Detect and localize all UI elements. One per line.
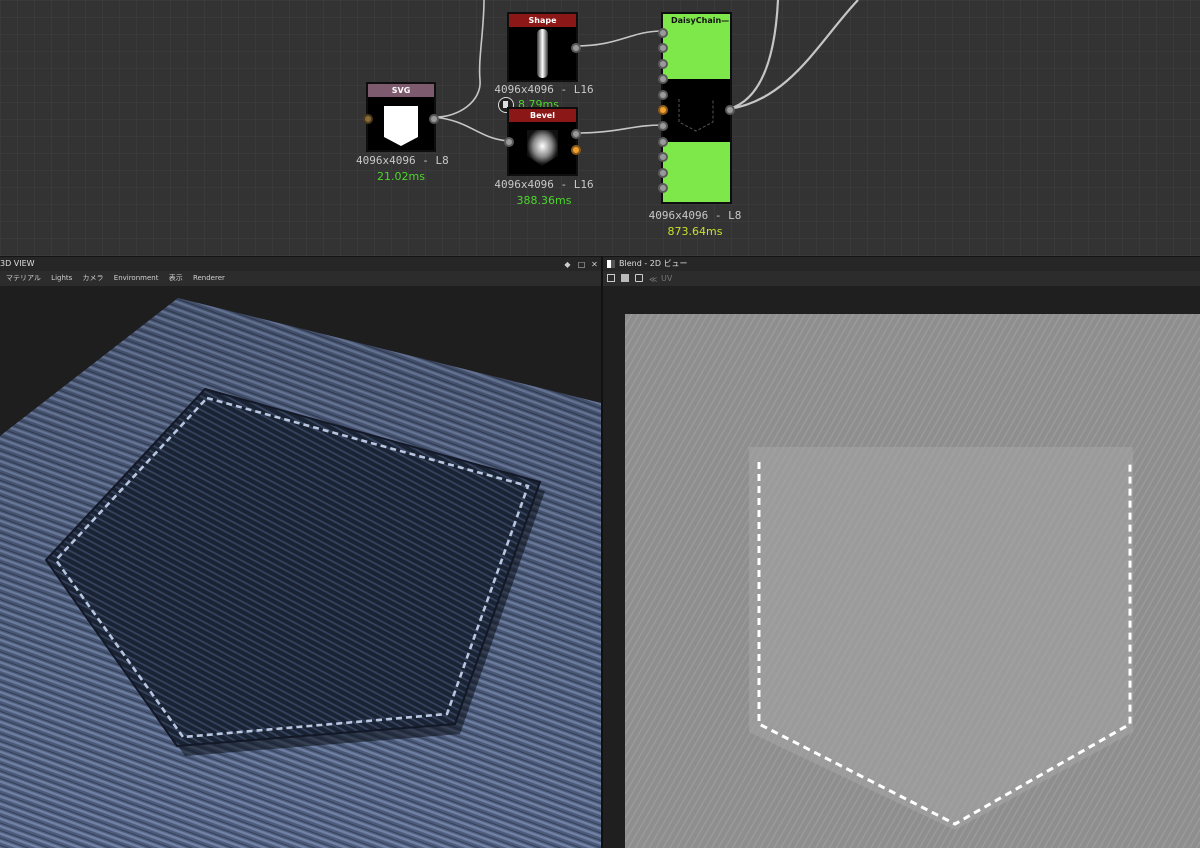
bevel-node-input-port[interactable] xyxy=(504,137,514,147)
wire-daisy-out-2 xyxy=(728,0,859,111)
bevel-node-output-port[interactable] xyxy=(571,129,581,139)
daisychain-input-port-9[interactable] xyxy=(658,152,668,162)
svg-node-output-port[interactable] xyxy=(429,114,439,124)
daisychain-input-port-8[interactable] xyxy=(658,137,668,147)
daisychain-input-port-2[interactable] xyxy=(658,43,668,53)
2d-viewport[interactable] xyxy=(603,286,1200,848)
shape-node-output-port[interactable] xyxy=(571,43,581,53)
node-graph[interactable]: SVG 4096x4096 - L8 21.02ms Shape 4096x40… xyxy=(0,0,1200,256)
copy-icon[interactable] xyxy=(607,274,615,282)
daisychain-node-time: 873.64ms xyxy=(667,225,723,238)
2d-view-title: Blend - 2D ビュー xyxy=(619,259,688,268)
daisychain-output-port[interactable] xyxy=(725,105,735,115)
shape-node-title: Shape xyxy=(509,14,576,27)
shape-node-thumbnail xyxy=(509,27,576,80)
checker-icon xyxy=(607,260,615,268)
save-icon[interactable] xyxy=(621,274,629,282)
3d-view-header: 3D VIEW ◆ □ ✕ xyxy=(0,256,601,271)
layers-icon[interactable] xyxy=(635,274,643,282)
menu-material[interactable]: マテリアル xyxy=(6,271,41,286)
daisychain-preview-top xyxy=(663,27,730,79)
menu-environment[interactable]: Environment xyxy=(114,271,159,286)
maximize-icon[interactable]: □ xyxy=(577,260,586,269)
daisychain-input-port-10[interactable] xyxy=(658,168,668,178)
daisychain-node[interactable]: DaisyChain— xyxy=(658,12,735,204)
svg-node-title: SVG xyxy=(368,84,434,97)
wire-shape-to-daisy xyxy=(574,30,664,47)
svg-node-thumbnail xyxy=(368,97,434,150)
shape-node-info: 4096x4096 - L16 xyxy=(494,83,594,96)
bevel-node-title: Bevel xyxy=(509,109,576,122)
wire-svg-to-bevel xyxy=(432,116,511,142)
close-icon[interactable]: ✕ xyxy=(590,260,599,269)
bevel-node[interactable]: Bevel xyxy=(504,107,581,176)
menu-renderer[interactable]: Renderer xyxy=(193,271,225,286)
svg-node-time: 21.02ms xyxy=(377,170,425,183)
daisychain-node-info: 4096x4096 - L8 xyxy=(648,209,742,222)
wire-top-left xyxy=(432,0,485,118)
shape-node[interactable]: Shape xyxy=(507,12,581,82)
daisychain-input-port-7[interactable] xyxy=(658,121,668,131)
wire-bevel-to-daisy xyxy=(574,124,664,134)
2d-view-toolbar: ≪ UV xyxy=(603,271,1200,286)
2d-view-panel: Blend - 2D ビュー ≪ UV xyxy=(603,256,1200,848)
daisychain-input-port-3[interactable] xyxy=(658,59,668,69)
bevel-node-output-port-2[interactable] xyxy=(571,145,581,155)
daisychain-node-title: DaisyChain— xyxy=(663,14,730,27)
3d-view-menubar: マテリアル Lights カメラ Environment 表示 Renderer xyxy=(0,271,601,286)
share-icon[interactable]: ≪ xyxy=(649,272,657,287)
uv-dropdown[interactable]: UV xyxy=(661,271,672,286)
daisychain-input-port-11[interactable] xyxy=(658,183,668,193)
3d-view-title: 3D VIEW xyxy=(0,259,35,268)
svg-node-input-port[interactable] xyxy=(363,114,373,124)
daisychain-preview-bottom xyxy=(663,142,730,202)
menu-camera[interactable]: カメラ xyxy=(83,271,104,286)
bevel-node-time: 388.36ms xyxy=(516,194,572,207)
menu-lights[interactable]: Lights xyxy=(51,271,72,286)
daisychain-input-port-1[interactable] xyxy=(658,28,668,38)
daisychain-input-port-5[interactable] xyxy=(658,90,668,100)
daisychain-input-port-6[interactable] xyxy=(658,105,668,115)
3d-viewport[interactable] xyxy=(0,286,601,848)
bevel-node-info: 4096x4096 - L16 xyxy=(494,178,594,191)
daisychain-preview-mid xyxy=(663,79,730,142)
menu-display[interactable]: 表示 xyxy=(169,271,183,286)
svg-node-info: 4096x4096 - L8 xyxy=(356,154,449,167)
daisychain-input-port-4[interactable] xyxy=(658,74,668,84)
svg-node[interactable]: SVG xyxy=(363,82,439,152)
bevel-node-thumbnail xyxy=(509,122,576,174)
graph-wires xyxy=(432,0,859,142)
pin-icon[interactable]: ◆ xyxy=(563,260,572,269)
2d-view-header: Blend - 2D ビュー xyxy=(603,256,1200,271)
3d-view-panel: 3D VIEW ◆ □ ✕ マテリアル Lights カメラ Environme… xyxy=(0,256,601,848)
